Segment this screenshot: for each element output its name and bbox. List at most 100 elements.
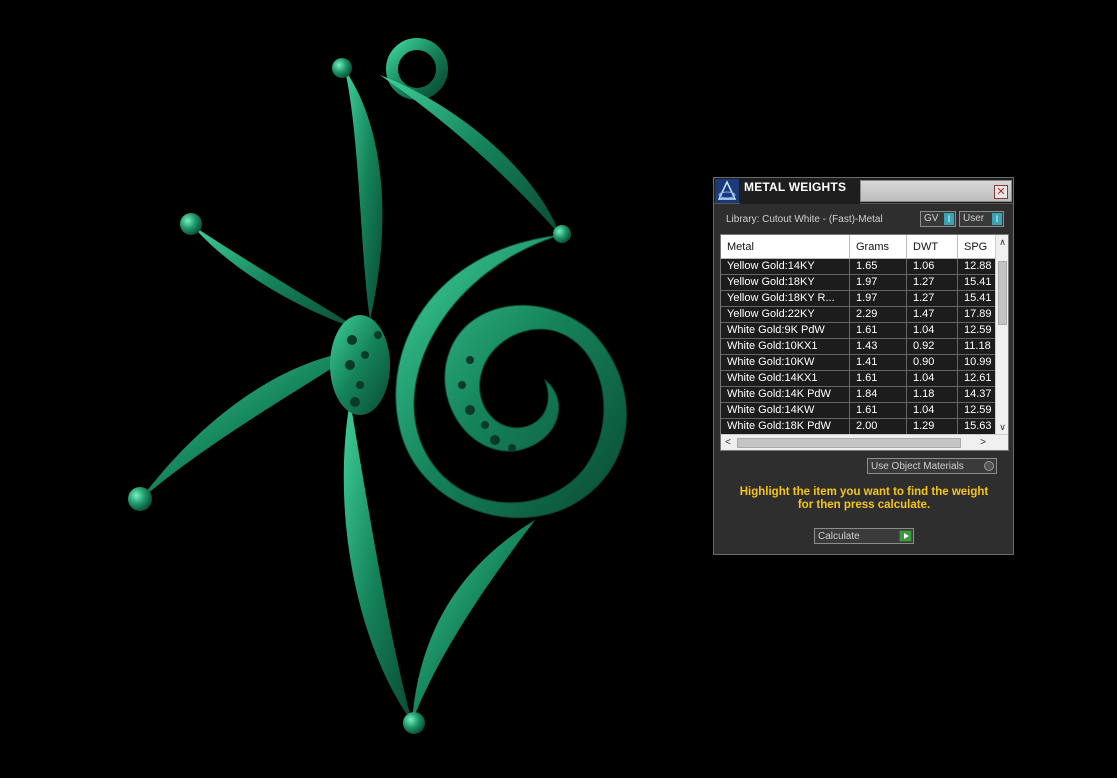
cell-grams: 1.97 bbox=[850, 275, 907, 290]
instructions-line-1: Highlight the item you want to find the … bbox=[739, 486, 989, 498]
tip-ball-right bbox=[553, 225, 571, 243]
arm-bottom bbox=[343, 400, 412, 722]
radio-indicator-icon bbox=[984, 461, 994, 471]
table-row[interactable]: Yellow Gold:14KY 1.65 1.06 12.88 bbox=[721, 259, 995, 275]
column-header-dwt[interactable]: DWT bbox=[907, 235, 958, 259]
scroll-up-arrow[interactable]: ∧ bbox=[996, 235, 1008, 249]
user-toggle[interactable]: User I bbox=[959, 211, 1004, 227]
metal-weights-panel: METAL WEIGHTS ✕ Library: Cutout White - … bbox=[713, 177, 1014, 555]
cell-dwt: 0.92 bbox=[907, 339, 958, 354]
rhino-gold-icon bbox=[715, 179, 739, 203]
cell-metal: White Gold:18K PdW bbox=[721, 419, 850, 434]
table-row[interactable]: White Gold:18K PdW 2.00 1.29 15.63 bbox=[721, 419, 995, 435]
table-row[interactable]: Yellow Gold:22KY 2.29 1.47 17.89 bbox=[721, 307, 995, 323]
cell-spg: 17.89 bbox=[964, 308, 992, 320]
table-row[interactable]: Yellow Gold:18KY R... 1.97 1.27 15.41 bbox=[721, 291, 995, 307]
cell-spg: 15.63 bbox=[964, 420, 992, 432]
cell-dwt: 1.18 bbox=[907, 387, 958, 402]
cell-metal: White Gold:14KW bbox=[721, 403, 850, 418]
cell-grams: 2.00 bbox=[850, 419, 907, 434]
cell-grams: 1.61 bbox=[850, 323, 907, 338]
cell-dwt: 1.06 bbox=[907, 259, 958, 274]
cell-spg: 12.61 bbox=[964, 372, 992, 384]
table-row[interactable]: White Gold:9K PdW 1.61 1.04 12.59 bbox=[721, 323, 995, 339]
panel-titlebar[interactable]: METAL WEIGHTS ✕ bbox=[714, 178, 1013, 204]
cell-dwt: 1.27 bbox=[907, 291, 958, 306]
cell-metal: Yellow Gold:22KY bbox=[721, 307, 850, 322]
column-header-spg[interactable]: SPG bbox=[958, 235, 995, 259]
cell-spg: 10.99 bbox=[964, 356, 992, 368]
play-icon bbox=[899, 530, 912, 542]
user-toggle-indicator: I bbox=[992, 213, 1002, 225]
gv-toggle-label: GV bbox=[924, 213, 939, 224]
cell-metal: Yellow Gold:18KY bbox=[721, 275, 850, 290]
cell-metal: White Gold:14K PdW bbox=[721, 387, 850, 402]
table-row[interactable]: White Gold:10KW 1.41 0.90 10.99 bbox=[721, 355, 995, 371]
table-body: Yellow Gold:14KY 1.65 1.06 12.88 Yellow Gold… bbox=[721, 259, 995, 435]
spiral-body bbox=[395, 234, 627, 519]
tip-ball-lower-left bbox=[128, 487, 152, 511]
scroll-right-arrow[interactable]: > bbox=[976, 435, 990, 450]
cell-dwt: 1.27 bbox=[907, 275, 958, 290]
use-object-materials-label: Use Object Materials bbox=[871, 461, 964, 472]
use-object-materials-toggle[interactable]: Use Object Materials bbox=[867, 458, 997, 474]
cell-grams: 1.41 bbox=[850, 355, 907, 370]
table-row[interactable]: White Gold:14K PdW 1.84 1.18 14.37 bbox=[721, 387, 995, 403]
metal-weights-table[interactable]: Metal Grams DWT SPG Yellow Gold:14KY 1.65… bbox=[720, 234, 1009, 451]
calculate-button[interactable]: Calculate bbox=[814, 528, 914, 544]
cell-dwt: 1.29 bbox=[907, 419, 958, 434]
cell-metal: White Gold:10KW bbox=[721, 355, 850, 370]
cell-metal: White Gold:14KX1 bbox=[721, 371, 850, 386]
instructions-text: Highlight the item you want to find the … bbox=[724, 486, 1004, 512]
table-row[interactable]: White Gold:10KX1 1.43 0.92 11.18 bbox=[721, 339, 995, 355]
calculate-label: Calculate bbox=[818, 531, 860, 542]
scroll-left-arrow[interactable]: < bbox=[721, 435, 735, 450]
cell-dwt: 0.90 bbox=[907, 355, 958, 370]
arm-lower-left bbox=[140, 350, 360, 500]
tip-ball-bottom bbox=[403, 712, 425, 734]
arm-bottom-right bbox=[412, 520, 535, 722]
center-cluster bbox=[330, 315, 390, 415]
cell-grams: 1.65 bbox=[850, 259, 907, 274]
table-row[interactable]: Yellow Gold:18KY 1.97 1.27 15.41 bbox=[721, 275, 995, 291]
cell-metal: Yellow Gold:14KY bbox=[721, 259, 850, 274]
library-label: Library: Cutout White - (Fast)-Metal bbox=[726, 214, 883, 225]
horizontal-scroll-thumb[interactable] bbox=[737, 438, 961, 448]
scroll-down-arrow[interactable]: ∨ bbox=[996, 420, 1008, 434]
cell-grams: 2.29 bbox=[850, 307, 907, 322]
cell-metal: Yellow Gold:18KY R... bbox=[721, 291, 850, 306]
vertical-scroll-thumb[interactable] bbox=[998, 261, 1007, 325]
close-button[interactable]: ✕ bbox=[994, 185, 1008, 199]
arm-top-right bbox=[380, 75, 560, 235]
instructions-line-2: for then press calculate. bbox=[797, 499, 931, 511]
table-row[interactable]: White Gold:14KX1 1.61 1.04 12.61 bbox=[721, 371, 995, 387]
cell-dwt: 1.04 bbox=[907, 371, 958, 386]
cell-grams: 1.61 bbox=[850, 371, 907, 386]
cell-metal: White Gold:10KX1 bbox=[721, 339, 850, 354]
cell-grams: 1.84 bbox=[850, 387, 907, 402]
cell-spg: 14.37 bbox=[964, 388, 992, 400]
vertical-scrollbar[interactable]: ∧ ∨ bbox=[995, 235, 1008, 434]
gv-toggle[interactable]: GV I bbox=[920, 211, 956, 227]
cell-spg: 12.59 bbox=[964, 404, 992, 416]
arm-left bbox=[192, 225, 360, 330]
column-header-grams[interactable]: Grams bbox=[850, 235, 907, 259]
cell-spg: 15.41 bbox=[964, 292, 992, 304]
gv-toggle-indicator: I bbox=[944, 213, 954, 225]
column-header-metal[interactable]: Metal bbox=[721, 235, 850, 259]
table-row[interactable]: White Gold:14KW 1.61 1.04 12.59 bbox=[721, 403, 995, 419]
cell-spg: 12.88 bbox=[964, 260, 992, 272]
cell-grams: 1.61 bbox=[850, 403, 907, 418]
horizontal-scrollbar[interactable]: < > bbox=[721, 434, 1008, 450]
cell-dwt: 1.04 bbox=[907, 403, 958, 418]
cell-spg: 15.41 bbox=[964, 276, 992, 288]
user-toggle-label: User bbox=[963, 213, 985, 224]
table-header: Metal Grams DWT SPG bbox=[721, 235, 995, 259]
cell-spg: 12.59 bbox=[964, 324, 992, 336]
cell-metal: White Gold:9K PdW bbox=[721, 323, 850, 338]
cell-grams: 1.97 bbox=[850, 291, 907, 306]
panel-title: METAL WEIGHTS bbox=[740, 178, 860, 204]
cell-dwt: 1.47 bbox=[907, 307, 958, 322]
tip-ball-left bbox=[180, 213, 202, 235]
titlebar-spacer: ✕ bbox=[860, 180, 1012, 202]
